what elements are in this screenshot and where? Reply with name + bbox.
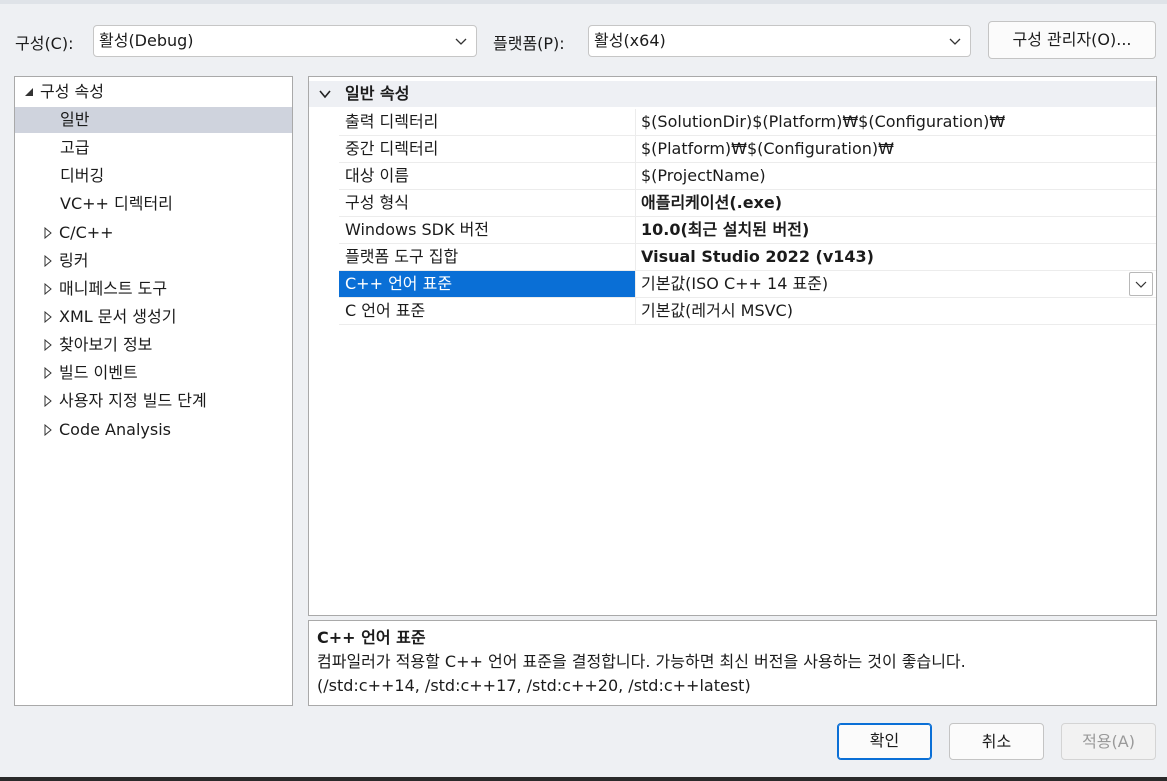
- property-row-cpp-language-standard[interactable]: C++ 언어 표준 기본값(ISO C++ 14 표준): [309, 271, 1156, 298]
- category-title: 일반 속성: [345, 84, 410, 103]
- config-value: 활성(Debug): [99, 31, 194, 50]
- tree-item-label: XML 문서 생성기: [59, 307, 177, 326]
- platform-dropdown[interactable]: 활성(x64): [588, 25, 971, 57]
- tree-item-label: 일반: [60, 110, 90, 129]
- property-name: 대상 이름: [339, 163, 636, 190]
- tree-item-manifest-tool[interactable]: 매니페스트 도구: [15, 276, 292, 302]
- property-name: 출력 디렉터리: [339, 109, 636, 136]
- property-name: C 언어 표준: [339, 298, 636, 325]
- tree-item-label: C/C++: [59, 223, 114, 242]
- value-dropdown-button[interactable]: [1129, 272, 1153, 296]
- property-value[interactable]: 기본값(레거시 MSVC): [636, 298, 1156, 325]
- tree-item-label: 사용자 지정 빌드 단계: [59, 391, 207, 410]
- window-bottom-edge: [0, 777, 1167, 781]
- description-switches: (/std:c++14, /std:c++17, /std:c++20, /st…: [317, 676, 751, 695]
- config-dropdown[interactable]: 활성(Debug): [93, 25, 477, 57]
- property-value[interactable]: $(SolutionDir)$(Platform)₩$(Configuratio…: [636, 109, 1156, 136]
- collapsed-arrow-icon[interactable]: [42, 227, 54, 239]
- tree-item-general[interactable]: 일반: [15, 107, 292, 133]
- collapsed-arrow-icon[interactable]: [42, 255, 54, 267]
- tree-item-label: 링커: [59, 251, 89, 270]
- property-value-dropdown[interactable]: 기본값(ISO C++ 14 표준): [636, 271, 1156, 298]
- property-tree: 구성 속성 일반 고급 디버깅 VC++ 디렉터리 C/C++ 링커 매니페스트…: [14, 76, 293, 706]
- property-grid: 일반 속성 출력 디렉터리 $(SolutionDir)$(Platform)₩…: [308, 76, 1157, 616]
- description-title: C++ 언어 표준: [317, 628, 426, 647]
- tree-item-xml-doc-generator[interactable]: XML 문서 생성기: [15, 304, 292, 330]
- tree-item-custom-build-step[interactable]: 사용자 지정 빌드 단계: [15, 388, 292, 414]
- property-value[interactable]: 10.0(최근 설치된 버전): [636, 217, 1156, 244]
- window-top-edge: [0, 0, 1167, 4]
- chevron-down-icon: [949, 38, 961, 45]
- platform-label: 플랫폼(P):: [493, 34, 565, 53]
- property-row-output-dir[interactable]: 출력 디렉터리 $(SolutionDir)$(Platform)₩$(Conf…: [309, 109, 1156, 136]
- chevron-down-icon[interactable]: [318, 87, 332, 101]
- property-value: 기본값(ISO C++ 14 표준): [641, 274, 829, 293]
- ok-button[interactable]: 확인: [837, 723, 932, 760]
- property-value[interactable]: Visual Studio 2022 (v143): [636, 244, 1156, 271]
- tree-item-linker[interactable]: 링커: [15, 248, 292, 274]
- property-name: 플랫폼 도구 집합: [339, 244, 636, 271]
- property-value[interactable]: $(ProjectName): [636, 163, 1156, 190]
- tree-item-label: 디버깅: [60, 166, 105, 185]
- tree-item-label: 매니페스트 도구: [59, 279, 168, 298]
- tree-root-label: 구성 속성: [40, 82, 104, 101]
- expanded-arrow-icon: [25, 88, 33, 96]
- chevron-down-icon: [455, 38, 467, 45]
- tree-item-browse-info[interactable]: 찾아보기 정보: [15, 332, 292, 358]
- tree-root-config-properties[interactable]: 구성 속성: [15, 79, 292, 105]
- property-name: 구성 형식: [339, 190, 636, 217]
- property-row-configuration-type[interactable]: 구성 형식 애플리케이션(.exe): [309, 190, 1156, 217]
- tree-item-code-analysis[interactable]: Code Analysis: [15, 417, 292, 443]
- property-value[interactable]: $(Platform)₩$(Configuration)₩: [636, 136, 1156, 163]
- tree-item-label: Code Analysis: [59, 420, 171, 439]
- property-row-target-name[interactable]: 대상 이름 $(ProjectName): [309, 163, 1156, 190]
- collapsed-arrow-icon[interactable]: [42, 283, 54, 295]
- collapsed-arrow-icon[interactable]: [42, 424, 54, 436]
- cancel-button[interactable]: 취소: [949, 723, 1044, 760]
- platform-value: 활성(x64): [594, 31, 666, 50]
- tree-item-label: 빌드 이벤트: [59, 363, 138, 382]
- property-value[interactable]: 애플리케이션(.exe): [636, 190, 1156, 217]
- description-text: 컴파일러가 적용할 C++ 언어 표준을 결정합니다. 가능하면 최신 버전을 …: [317, 652, 966, 671]
- property-name: 중간 디렉터리: [339, 136, 636, 163]
- tree-item-build-events[interactable]: 빌드 이벤트: [15, 360, 292, 386]
- tree-item-label: 고급: [60, 138, 90, 157]
- property-row-platform-toolset[interactable]: 플랫폼 도구 집합 Visual Studio 2022 (v143): [309, 244, 1156, 271]
- tree-item-debugging[interactable]: 디버깅: [15, 163, 292, 189]
- category-header-general[interactable]: 일반 속성: [309, 81, 1156, 107]
- collapsed-arrow-icon[interactable]: [42, 311, 54, 323]
- property-row-intermediate-dir[interactable]: 중간 디렉터리 $(Platform)₩$(Configuration)₩: [309, 136, 1156, 163]
- config-label: 구성(C):: [15, 34, 74, 53]
- apply-button[interactable]: 적용(A): [1061, 723, 1156, 760]
- property-name: Windows SDK 버전: [339, 217, 636, 244]
- config-manager-button[interactable]: 구성 관리자(O)...: [988, 21, 1156, 59]
- tree-item-vc-directories[interactable]: VC++ 디렉터리: [15, 191, 292, 217]
- property-row-windows-sdk-version[interactable]: Windows SDK 버전 10.0(최근 설치된 버전): [309, 217, 1156, 244]
- collapsed-arrow-icon[interactable]: [42, 367, 54, 379]
- collapsed-arrow-icon[interactable]: [42, 339, 54, 351]
- tree-item-label: VC++ 디렉터리: [60, 194, 173, 213]
- tree-item-advanced[interactable]: 고급: [15, 135, 292, 161]
- description-panel: C++ 언어 표준 컴파일러가 적용할 C++ 언어 표준을 결정합니다. 가능…: [308, 620, 1157, 706]
- property-name: C++ 언어 표준: [339, 271, 636, 298]
- tree-item-c-cpp[interactable]: C/C++: [15, 220, 292, 246]
- chevron-down-icon: [1135, 281, 1147, 288]
- property-row-c-language-standard[interactable]: C 언어 표준 기본값(레거시 MSVC): [309, 298, 1156, 325]
- tree-item-label: 찾아보기 정보: [59, 335, 153, 354]
- collapsed-arrow-icon[interactable]: [42, 395, 54, 407]
